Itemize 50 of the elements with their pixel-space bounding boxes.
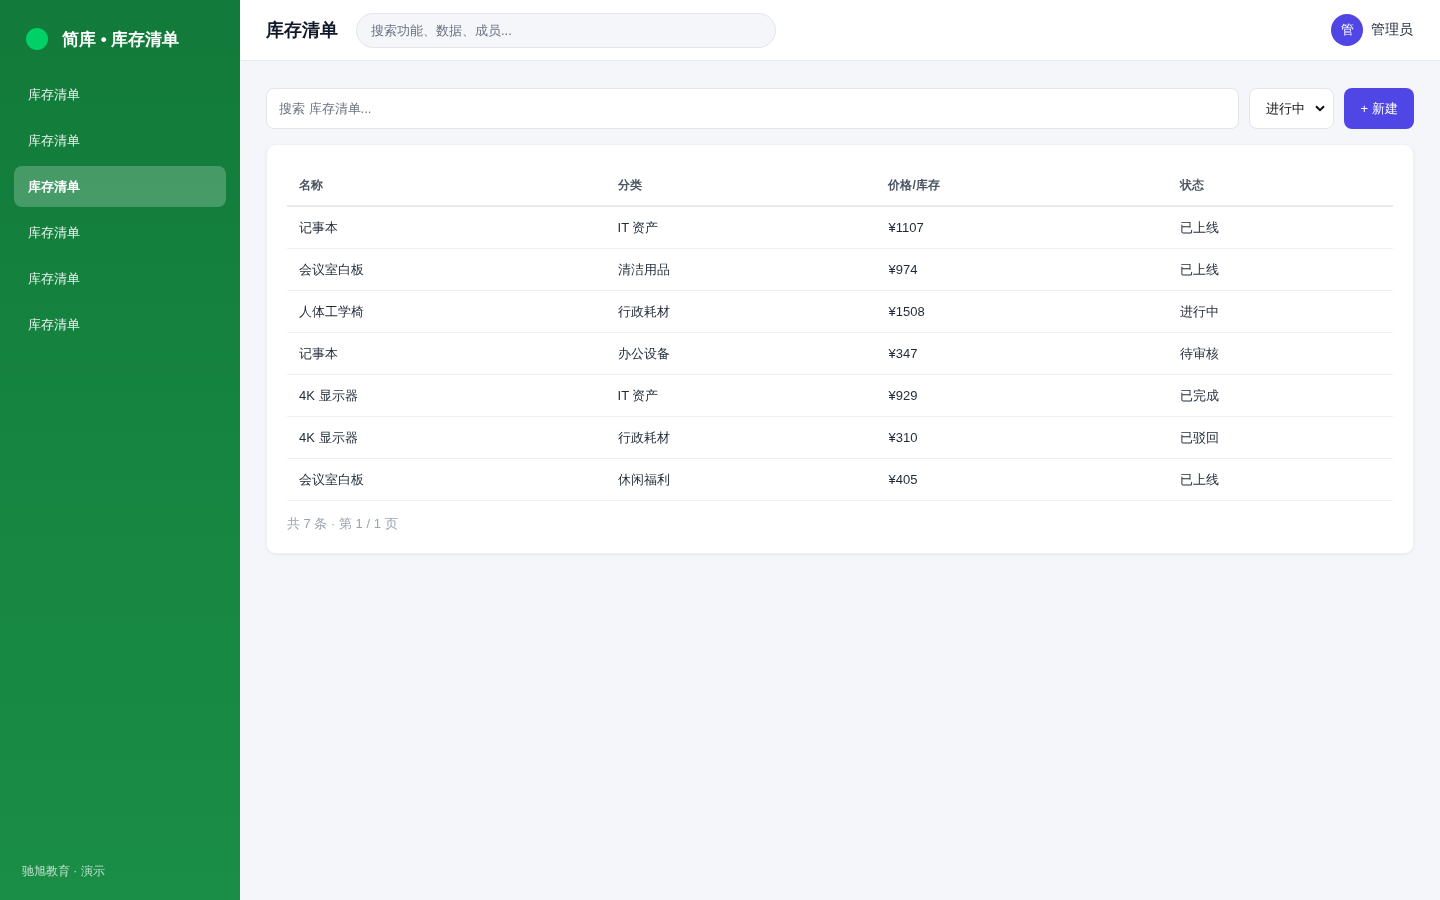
table-cell: ¥1107: [888, 220, 924, 235]
page-title: 库存清单: [266, 19, 338, 42]
table-cell: 已上线: [1180, 261, 1220, 277]
status-dropdown[interactable]: 进行中: [1249, 88, 1334, 129]
brand-title: 简库 • 库存清单: [62, 28, 180, 51]
table-cell: 已完成: [1180, 387, 1220, 403]
table-cell: ¥929: [888, 388, 918, 403]
table-cell: 记事本: [299, 219, 338, 235]
table-cell: 4K 显示器: [299, 387, 358, 403]
column-header: 名称: [299, 177, 323, 192]
table-cell: 休闲福利: [617, 471, 670, 487]
table-cell: IT 资产: [617, 219, 659, 235]
table-cell: 已上线: [1180, 471, 1220, 487]
column-header: 价格/库存: [888, 177, 940, 192]
table-cell: 会议室白板: [299, 261, 364, 277]
table-cell: ¥974: [888, 262, 918, 277]
brand-dot-icon: [26, 28, 48, 50]
user-avatar[interactable]: 管: [1331, 14, 1363, 46]
table-cell: ¥1508: [888, 304, 925, 319]
table-cell: 4K 显示器: [299, 429, 358, 445]
table-cell: 人体工学椅: [299, 303, 364, 319]
table-cell: 待审核: [1180, 345, 1220, 361]
table-cell: 进行中: [1180, 303, 1220, 319]
table-cell: 记事本: [299, 345, 338, 361]
table-cell: 办公设备: [617, 345, 670, 361]
table-cell: 行政耗材: [617, 303, 670, 319]
new-button[interactable]: + 新建: [1344, 88, 1414, 129]
table-cell: 已驳回: [1180, 429, 1220, 445]
table-cell: 行政耗材: [617, 429, 670, 445]
table-cell: ¥347: [888, 346, 918, 361]
table-cell: IT 资产: [617, 387, 659, 403]
pagination-text: 共 7 条 · 第 1 / 1 页: [287, 515, 398, 533]
sidebar-item[interactable]: 库存清单: [14, 258, 226, 299]
global-search-field[interactable]: 搜索功能、数据、成员...: [356, 12, 776, 48]
table-cell: 会议室白板: [299, 471, 364, 487]
table-cell: ¥405: [888, 472, 918, 487]
table-cell: 已上线: [1180, 219, 1220, 235]
user-name: 管理员: [1371, 21, 1413, 39]
column-header: 分类: [617, 177, 642, 192]
list-search-field[interactable]: 搜索 库存清单...: [266, 88, 1239, 129]
column-header: 状态: [1180, 177, 1205, 192]
sidebar-item[interactable]: 库存清单: [14, 74, 226, 115]
sidebar-item[interactable]: 库存清单: [14, 212, 226, 253]
chevron-down-icon: [1315, 105, 1325, 112]
sidebar-item[interactable]: 库存清单: [14, 120, 226, 161]
table-cell: ¥310: [888, 430, 918, 445]
sidebar-footer-text: 驰旭教育 · 演示: [21, 863, 106, 880]
table-cell: 清洁用品: [617, 261, 670, 277]
sidebar-item[interactable]: 库存清单: [14, 304, 226, 345]
sidebar-item[interactable]: 库存清单: [14, 166, 226, 207]
